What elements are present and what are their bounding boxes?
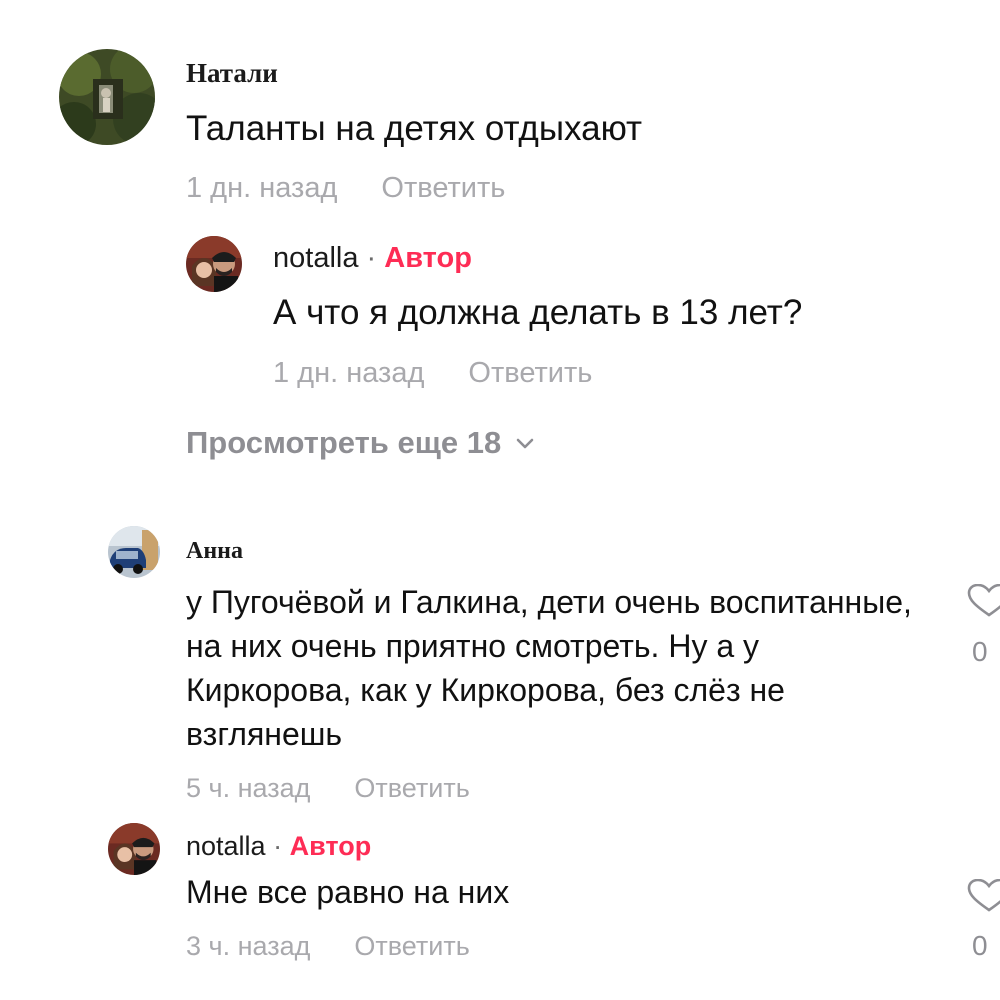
comment-text: Мне все равно на них <box>186 874 510 910</box>
reply-author-line: notalla · Автор <box>273 242 472 275</box>
avatar-notalla[interactable] <box>108 823 160 875</box>
avatar-natali[interactable] <box>59 49 155 145</box>
separator: · <box>273 831 283 861</box>
comment-time: 3 ч. назад <box>186 931 311 961</box>
author-badge: Автор <box>384 242 472 274</box>
reply-author[interactable]: notalla <box>273 242 358 274</box>
reply-button[interactable]: Ответить <box>354 931 469 961</box>
avatar-notalla[interactable] <box>186 236 242 292</box>
comment-author[interactable]: Натали <box>186 58 278 89</box>
reply-button[interactable]: Ответить <box>468 357 592 389</box>
comment-meta: 5 ч. назад Ответить <box>186 773 470 804</box>
comment-author[interactable]: notalla <box>186 831 266 861</box>
reply-meta: 1 дн. назад Ответить <box>273 357 592 390</box>
comment-time: 1 дн. назад <box>186 172 338 204</box>
comment-time: 5 ч. назад <box>186 773 311 803</box>
reply-text: А что я должна делать в 13 лет? <box>273 293 803 332</box>
comment-text: Таланты на детях отдыхают <box>186 109 643 148</box>
heart-icon[interactable] <box>966 879 1000 913</box>
avatar-anna[interactable] <box>108 526 160 578</box>
view-more-label: Просмотреть еще 18 <box>186 425 502 460</box>
heart-icon[interactable] <box>966 584 1000 618</box>
chevron-down-icon <box>516 438 534 449</box>
couple-photo-avatar <box>186 236 242 292</box>
comment-meta: 1 дн. назад Ответить <box>186 172 505 205</box>
comment-author-line: notalla · Автор <box>186 831 371 862</box>
comment-author[interactable]: Анна <box>186 538 243 565</box>
comment-meta: 3 ч. назад Ответить <box>186 931 470 962</box>
separator: · <box>366 242 377 274</box>
car-photo-avatar <box>108 526 160 578</box>
like-count: 0 <box>972 636 988 667</box>
reply-button[interactable]: Ответить <box>354 773 469 803</box>
like-count: 0 <box>972 930 988 961</box>
view-more-replies-button[interactable]: Просмотреть еще 18 <box>186 425 535 461</box>
reply-button[interactable]: Ответить <box>381 172 505 204</box>
author-badge: Автор <box>289 831 372 861</box>
garden-photo-avatar <box>59 49 155 145</box>
couple-photo-avatar <box>108 823 160 875</box>
reply-time: 1 дн. назад <box>273 357 425 389</box>
comment-text: у Пугочёвой и Галкина, дети очень воспит… <box>186 584 912 752</box>
